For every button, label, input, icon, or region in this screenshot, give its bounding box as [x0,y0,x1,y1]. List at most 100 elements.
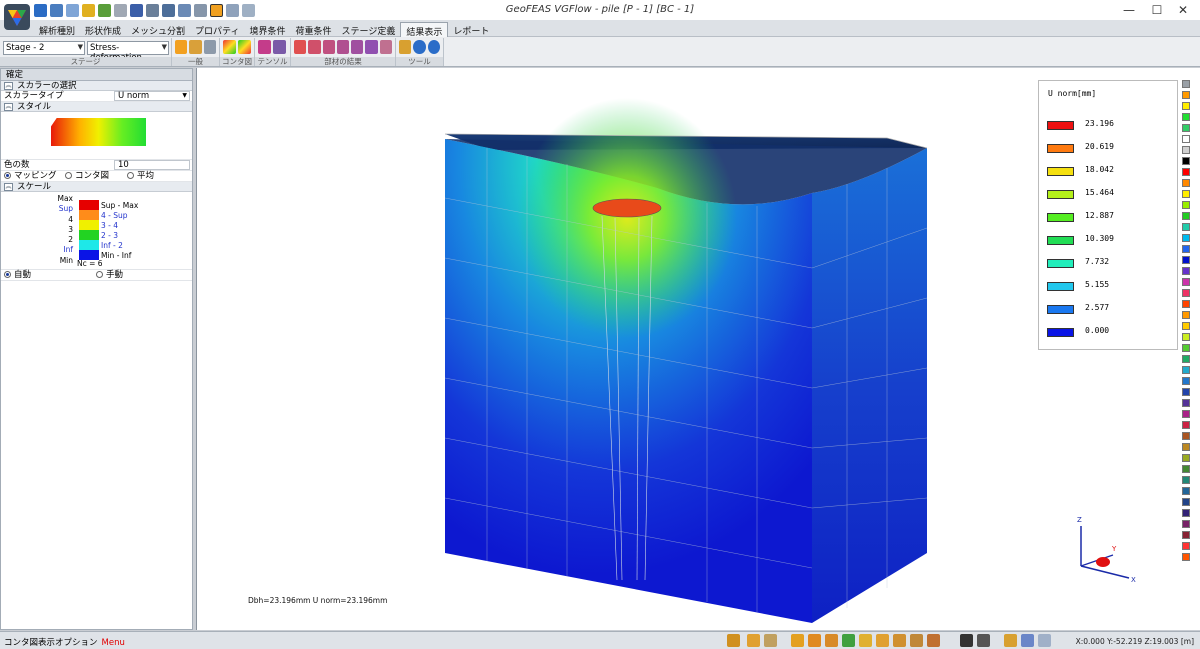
scale-item[interactable]: 3 - 4 [79,220,138,230]
scalar-section-header[interactable]: ︽ スカラーの選択 [1,81,192,91]
tensor-icon[interactable] [258,40,271,54]
snap-icon[interactable] [747,634,760,647]
palette-color-swatch[interactable] [1182,432,1190,440]
tile-icon[interactable] [1021,634,1034,647]
contour-icon[interactable] [223,40,236,54]
tensor-vector-icon[interactable] [273,40,286,54]
palette-color-swatch[interactable] [1182,223,1190,231]
palette-color-swatch[interactable] [1182,201,1190,209]
moment-y-icon[interactable] [351,40,364,54]
palette-color-swatch[interactable] [1182,366,1190,374]
display-icon[interactable] [175,40,188,54]
export-icon[interactable] [977,634,990,647]
deformation-icon[interactable] [189,40,202,54]
contour-lines-icon[interactable] [238,40,251,54]
collapse-icon[interactable]: ︽ [4,183,13,191]
tab-mesh[interactable]: メッシュ分割 [126,22,190,37]
scale-section-header[interactable]: ︽ スケール [1,182,192,192]
edge-icon[interactable] [825,634,838,647]
collapse-icon[interactable]: ︽ [4,82,13,90]
palette-color-swatch[interactable] [1182,267,1190,275]
palette-color-swatch[interactable] [1182,377,1190,385]
palette-color-swatch[interactable] [1182,289,1190,297]
palette-color-swatch[interactable] [1182,168,1190,176]
palette-color-swatch[interactable] [1182,80,1190,88]
palette-color-swatch[interactable] [1182,531,1190,539]
tab-geometry[interactable]: 形状作成 [80,22,126,37]
palette-color-swatch[interactable] [1182,322,1190,330]
palette-color-swatch[interactable] [1182,476,1190,484]
color-gradient-preview[interactable] [51,118,146,146]
palette-color-swatch[interactable] [1182,311,1190,319]
cascade-icon[interactable] [1038,634,1051,647]
top-view-icon[interactable] [910,634,923,647]
scale-auto-option[interactable]: 自動 [4,270,31,281]
palette-color-swatch[interactable] [1182,234,1190,242]
scale-item[interactable]: Inf - 2 [79,240,138,250]
palette-color-swatch[interactable] [1182,509,1190,517]
palette-color-swatch[interactable] [1182,157,1190,165]
scale-manual-option[interactable]: 手動 [96,270,123,281]
palette-color-swatch[interactable] [1182,498,1190,506]
mode-contour-option[interactable]: コンタ図 [65,171,109,182]
palette-color-swatch[interactable] [1182,553,1190,561]
palette-color-swatch[interactable] [1182,520,1190,528]
moment-x-icon[interactable] [336,40,350,54]
palette-color-swatch[interactable] [1182,454,1190,462]
result-type-select[interactable]: Stress-deformation ▼ [87,41,169,63]
moment-z-icon[interactable] [365,40,378,54]
palette-color-swatch[interactable] [1182,102,1190,110]
status-menu-link[interactable]: Menu [102,638,125,648]
palette-color-swatch[interactable] [1182,333,1190,341]
tab-report[interactable]: レポート [448,22,494,37]
palette-color-swatch[interactable] [1182,124,1190,132]
axial-force-icon[interactable] [294,40,307,54]
shear-z-icon[interactable] [322,40,335,54]
scale-item[interactable]: Sup - Max [79,200,138,210]
scale-item[interactable]: 4 - Sup [79,210,138,220]
render-icon[interactable] [791,634,804,647]
tab-results[interactable]: 結果表示 [400,22,449,38]
mode-mapping-option[interactable]: マッピング [4,171,57,182]
mode-average-option[interactable]: 平均 [127,171,154,182]
tools-icon[interactable] [399,40,412,54]
collapse-icon[interactable]: ︽ [4,103,13,111]
member-diagram-icon[interactable] [379,40,392,54]
palette-color-swatch[interactable] [1182,344,1190,352]
grid-icon[interactable] [727,634,740,647]
palette-color-swatch[interactable] [1182,443,1190,451]
palette-color-swatch[interactable] [1182,388,1190,396]
palette-color-swatch[interactable] [1182,278,1190,286]
shear-y-icon[interactable] [308,40,321,54]
style-section-header[interactable]: ︽ スタイル [1,102,192,112]
tab-boundary[interactable]: 境界条件 [245,22,291,37]
palette-color-swatch[interactable] [1182,113,1190,121]
palette-color-swatch[interactable] [1182,487,1190,495]
close-button[interactable]: ✕ [1166,1,1200,19]
shade-icon[interactable] [842,634,855,647]
screen-icon[interactable] [960,634,973,647]
palette-color-swatch[interactable] [1182,300,1190,308]
front-view-icon[interactable] [876,634,889,647]
app-logo-icon[interactable] [4,4,30,30]
help-icon[interactable] [427,40,440,54]
palette-color-swatch[interactable] [1182,542,1190,550]
palette-color-swatch[interactable] [1182,212,1190,220]
light-icon[interactable] [859,634,872,647]
palette-color-swatch[interactable] [1182,146,1190,154]
confirm-button[interactable]: 確定 [1,69,192,81]
side-view-icon[interactable] [893,634,906,647]
window-icon[interactable] [1004,634,1017,647]
num-colors-input[interactable]: 10 [114,160,190,170]
layer-icon[interactable] [764,634,777,647]
iso-view-icon[interactable] [927,634,940,647]
palette-color-swatch[interactable] [1182,256,1190,264]
palette-color-swatch[interactable] [1182,135,1190,143]
palette-color-swatch[interactable] [1182,179,1190,187]
tab-stages[interactable]: ステージ定義 [337,22,401,37]
tab-analysis-type[interactable]: 解析種別 [34,22,80,37]
info-icon[interactable] [413,40,426,54]
scale-item[interactable]: 2 - 3 [79,230,138,240]
stage-select[interactable]: Stage - 2 ▼ [3,41,85,55]
scalar-type-select[interactable]: U norm ▼ [114,91,190,101]
